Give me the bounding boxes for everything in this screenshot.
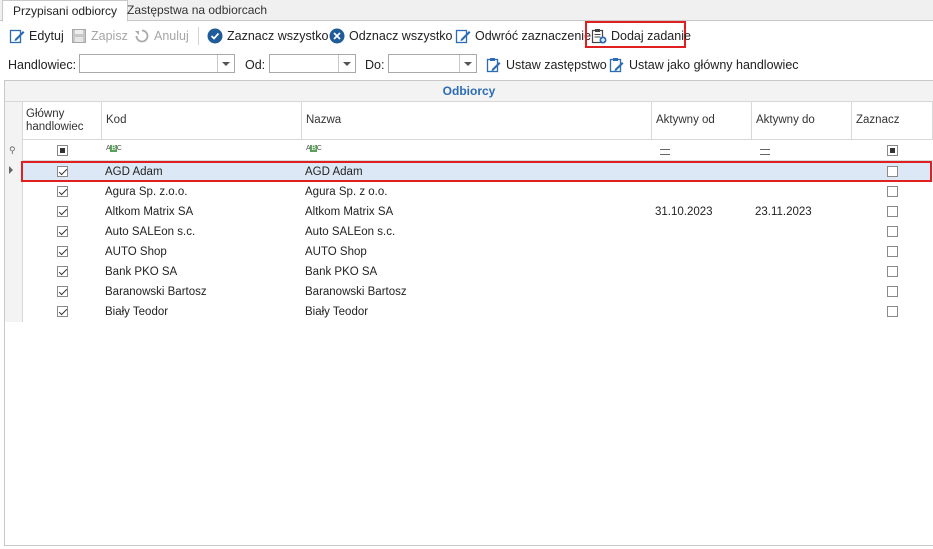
invert-selection-label: Odwróć zaznaczenie [475,29,592,43]
edit-icon [9,29,25,44]
nazwa-cell: Altkom Matrix SA [305,206,394,218]
tab-zastepstwa[interactable]: Zastępstwa na odbiorcach [117,0,277,20]
set-substitute-label: Ustaw zastępstwo [506,58,607,72]
select-all-button[interactable]: Zaznacz wszystko [207,25,328,47]
from-date-field[interactable] [269,54,356,73]
salesman-label: Handlowiec: [8,58,77,72]
grid-bottom-border [4,545,933,546]
set-main-salesman-button[interactable]: Ustaw jako główny handlowiec [609,54,799,76]
deselect-all-button[interactable]: Odznacz wszystko [329,25,453,47]
select-all-label: Zaznacz wszystko [227,29,329,43]
main-salesman-checkbox[interactable] [57,206,68,217]
set-substitute-button[interactable]: Ustaw zastępstwo [486,54,607,76]
nazwa-cell: Auto SALEon s.c. [305,226,396,238]
to-label: Do: [365,58,385,72]
filter-pin-icon: ⚲ [9,145,16,155]
table-row[interactable]: Bank PKO SA Bank PKO SA [22,262,933,282]
column-header-aktywny-od[interactable]: Aktywny od [652,102,752,140]
clipboard-edit-icon [609,58,624,73]
kod-cell: Baranowski Bartosz [105,286,207,298]
cancel-label: Anuluj [154,29,189,43]
cancel-button[interactable]: Anuluj [134,25,189,47]
column-header-zaznacz[interactable]: Zaznacz [852,102,933,140]
kod-cell: Agura Sp. z.o.o. [105,186,188,198]
zaznacz-checkbox[interactable] [887,266,898,277]
salesman-combo[interactable] [79,54,235,73]
zaznacz-checkbox[interactable] [887,246,898,257]
check-circle-icon [207,28,223,44]
nazwa-cell: Baranowski Bartosz [305,286,407,298]
table-row[interactable]: Altkom Matrix SA Altkom Matrix SA 31.10.20… [22,202,933,222]
main-salesman-checkbox[interactable] [57,306,68,317]
zaznacz-checkbox[interactable] [887,186,898,197]
toolbar-separator [198,27,199,45]
column-header-kod[interactable]: Kod [102,102,302,140]
edit-icon [455,29,471,44]
nazwa-cell: Biały Teodor [305,306,369,318]
kod-cell: Bank PKO SA [105,266,178,278]
aktywny-od-cell: 31.10.2023 [655,206,713,218]
invert-selection-button[interactable]: Odwróć zaznaczenie [455,25,591,47]
row-indicator-column [5,102,23,322]
deselect-all-label: Odznacz wszystko [349,29,453,43]
equals-filter-icon[interactable] [660,149,670,155]
save-button[interactable]: Zapisz [71,25,128,47]
from-label: Od: [245,58,266,72]
table-row[interactable]: AUTO Shop AUTO Shop [22,242,933,262]
set-main-salesman-label: Ustaw jako główny handlowiec [629,58,799,72]
main-salesman-checkbox[interactable] [57,246,68,257]
zaznacz-checkbox[interactable] [887,206,898,217]
clipboard-edit-icon [486,58,501,73]
aktywny-do-cell: 23.11.2023 [755,206,812,218]
main-salesman-checkbox[interactable] [57,286,68,297]
tab-przypisani-odbiorcy[interactable]: Przypisani odbiorcy [2,0,129,22]
edit-label: Edytuj [29,29,64,43]
column-header-aktywny-do[interactable]: Aktywny do [752,102,852,140]
filter-zaznacz-checkbox[interactable] [887,145,898,156]
edit-button[interactable]: Edytuj [9,25,64,47]
nazwa-cell: Bank PKO SA [305,266,378,278]
to-date-field[interactable] [388,54,477,73]
save-label: Zapisz [91,29,128,43]
x-circle-icon [329,28,345,44]
chevron-down-icon[interactable] [338,55,355,72]
table-row[interactable]: Auto SALEon s.c. Auto SALEon s.c. [22,222,933,242]
kod-cell: AUTO Shop [105,246,167,258]
kod-cell: Altkom Matrix SA [105,206,194,218]
grid-band-header: Odbiorcy [5,81,933,102]
column-header-nazwa[interactable]: Nazwa [302,102,652,140]
main-salesman-checkbox[interactable] [57,186,68,197]
zaznacz-checkbox[interactable] [887,226,898,237]
table-row[interactable]: Biały Teodor Biały Teodor [22,302,933,322]
kod-cell: Auto SALEon s.c. [105,226,196,238]
auto-filter-row [22,141,933,161]
column-header-main-salesman[interactable]: Główny handlowiec [22,102,102,140]
nazwa-cell: AUTO Shop [305,246,367,258]
main-salesman-checkbox[interactable] [57,226,68,237]
save-icon [72,29,86,43]
add-task-label: Dodaj zadanie [611,29,691,43]
zaznacz-checkbox[interactable] [887,306,898,317]
filter-main-checkbox[interactable] [57,145,68,156]
current-row-arrow-icon [9,166,13,174]
text-filter-icon[interactable]: ABC [306,145,322,152]
main-salesman-checkbox[interactable] [57,266,68,277]
chevron-down-icon[interactable] [459,55,476,72]
nazwa-cell: Agura Sp. z o.o. [305,186,388,198]
row-highlight [21,161,932,182]
table-row[interactable]: Agura Sp. z.o.o. Agura Sp. z o.o. [22,182,933,202]
text-filter-icon[interactable]: ABC [106,145,122,152]
zaznacz-checkbox[interactable] [887,286,898,297]
kod-cell: Biały Teodor [105,306,169,318]
clipboard-add-icon [591,29,607,44]
chevron-down-icon[interactable] [217,55,234,72]
add-task-button[interactable]: Dodaj zadanie [591,25,691,47]
table-row[interactable]: Baranowski Bartosz Baranowski Bartosz [22,282,933,302]
undo-icon [135,29,149,43]
equals-filter-icon[interactable] [760,149,770,155]
